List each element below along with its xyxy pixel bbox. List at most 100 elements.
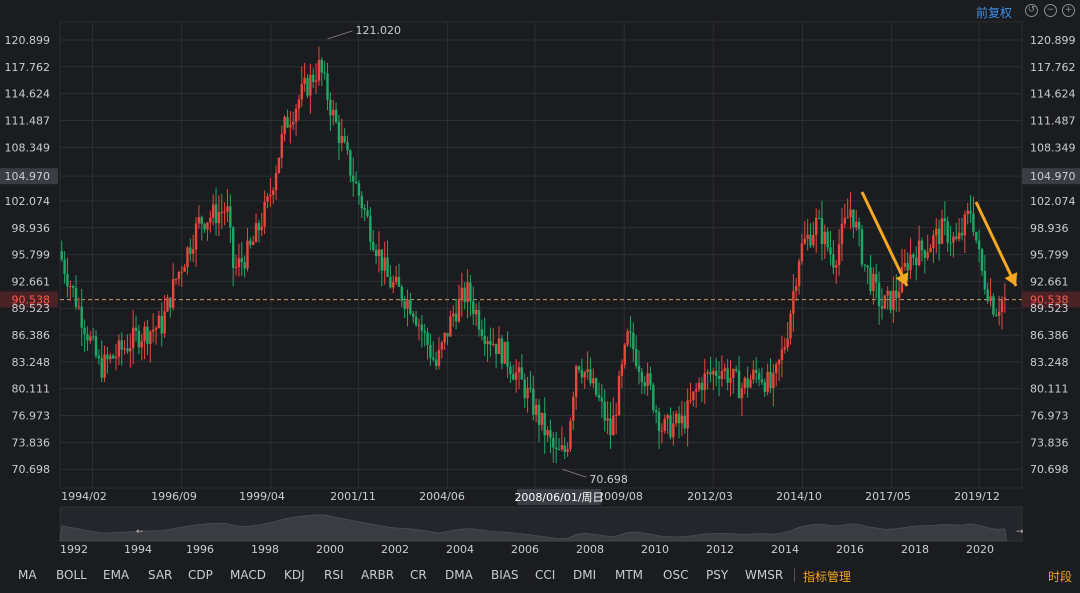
candle-body — [514, 372, 518, 380]
candle-body — [449, 316, 452, 337]
candle-body — [77, 306, 81, 308]
candle-body — [163, 311, 166, 334]
x-tick-label: 2009/08 — [597, 490, 643, 503]
candle-body — [829, 247, 832, 255]
navigator-right-handle[interactable]: → — [1016, 527, 1024, 537]
candle-body — [131, 327, 135, 349]
crosshair-date-label: 2008/06/01/周日 — [514, 491, 603, 504]
candle-body — [1000, 299, 1004, 312]
candle-body — [963, 214, 967, 236]
candle-body — [997, 311, 1001, 316]
navigator-tick-label: 2000 — [316, 543, 344, 556]
candle-body — [151, 329, 155, 332]
candle-body — [377, 249, 381, 257]
candle-body — [960, 232, 964, 236]
candle-body — [320, 59, 323, 73]
candle-body — [872, 273, 875, 291]
candle-body — [540, 412, 544, 425]
x-tick-label: 1996/09 — [151, 490, 197, 503]
candle-body — [140, 341, 143, 348]
candle-body — [620, 364, 624, 376]
indicator-macd[interactable]: MACD — [230, 568, 266, 582]
candle-body — [500, 338, 504, 364]
candle-body — [546, 430, 549, 436]
period-button[interactable]: 时段 — [1048, 568, 1072, 585]
candle-body — [229, 206, 232, 228]
candle-body — [209, 217, 212, 223]
indicator-dmi[interactable]: DMI — [573, 568, 596, 582]
indicator-psy[interactable]: PSY — [706, 568, 728, 582]
indicator-ma[interactable]: MA — [18, 568, 37, 582]
navigator-left-handle[interactable]: ← — [136, 527, 144, 537]
candle-body — [446, 333, 449, 337]
indicator-osc[interactable]: OSC — [663, 568, 688, 582]
candle-body — [654, 410, 658, 413]
candle-body — [835, 264, 838, 268]
x-tick-label: 2001/11 — [330, 490, 376, 503]
candle-body — [363, 208, 366, 211]
candle-body — [317, 59, 321, 81]
y-tick-label-right: 111.487 — [1030, 114, 1076, 127]
candle-body — [289, 124, 292, 128]
indicator-sar[interactable]: SAR — [148, 568, 172, 582]
candle-body — [952, 236, 955, 243]
candle-body — [512, 374, 515, 380]
indicator-rsi[interactable]: RSI — [324, 568, 344, 582]
indicator-ema[interactable]: EMA — [103, 568, 129, 582]
y-tick-label-left: 117.762 — [5, 61, 51, 74]
candle-body — [383, 257, 386, 271]
candle-body — [171, 279, 175, 308]
candle-body — [332, 109, 335, 116]
candle-body — [975, 231, 978, 241]
candle-body — [469, 282, 472, 302]
candle-body — [406, 299, 409, 309]
candle-body — [735, 368, 738, 371]
candle-body — [123, 348, 126, 350]
indicator-kdj[interactable]: KDJ — [284, 568, 305, 582]
candle-body — [497, 338, 501, 355]
indicator-boll[interactable]: BOLL — [56, 568, 87, 582]
candle-body — [549, 430, 552, 438]
candle-body — [572, 396, 575, 421]
candle-body — [303, 77, 306, 85]
candle-body — [772, 372, 775, 389]
candle-body — [294, 108, 298, 122]
candle-body — [214, 204, 218, 224]
candlestick-chart[interactable]: 120.899 120.899 117.762 117.762 114.624 114.6… — [0, 0, 1080, 560]
candle-body — [326, 73, 329, 100]
candle-body — [709, 371, 712, 375]
indicator-arbr[interactable]: ARBR — [361, 568, 394, 582]
candle-body — [274, 172, 278, 191]
candle-body — [732, 368, 735, 378]
candle-body — [423, 330, 426, 333]
candle-body — [137, 330, 141, 348]
indicator-dma[interactable]: DMA — [445, 568, 473, 582]
candle-body — [943, 218, 947, 222]
candle-body — [714, 370, 718, 376]
indicator-wmsr[interactable]: WMSR — [745, 568, 783, 582]
y-tick-label-right: 76.973 — [1030, 410, 1069, 423]
y-tick-label-left: 73.836 — [12, 436, 51, 449]
candle-body — [800, 243, 804, 262]
candle-body — [97, 355, 101, 359]
navigator-tick-label: 2016 — [836, 543, 864, 556]
indicator-manage-button[interactable]: 指标管理 — [803, 568, 851, 585]
candle-body — [557, 449, 561, 451]
indicator-bias[interactable]: BIAS — [491, 568, 519, 582]
candle-body — [340, 136, 343, 143]
navigator-tick-label: 1994 — [124, 543, 152, 556]
candle-body — [83, 327, 86, 335]
indicator-cci[interactable]: CCI — [535, 568, 555, 582]
candle-body — [743, 378, 746, 389]
indicator-mtm[interactable]: MTM — [615, 568, 643, 582]
candle-body — [617, 375, 621, 416]
candle-body — [895, 290, 898, 298]
candle-body — [386, 257, 389, 277]
candle-body — [712, 370, 715, 375]
candle-body — [74, 287, 78, 307]
candle-body — [80, 306, 83, 328]
max-price-label: 121.020 — [356, 24, 402, 37]
indicator-cdp[interactable]: CDP — [188, 568, 213, 582]
candle-body — [574, 366, 578, 397]
indicator-cr[interactable]: CR — [410, 568, 427, 582]
